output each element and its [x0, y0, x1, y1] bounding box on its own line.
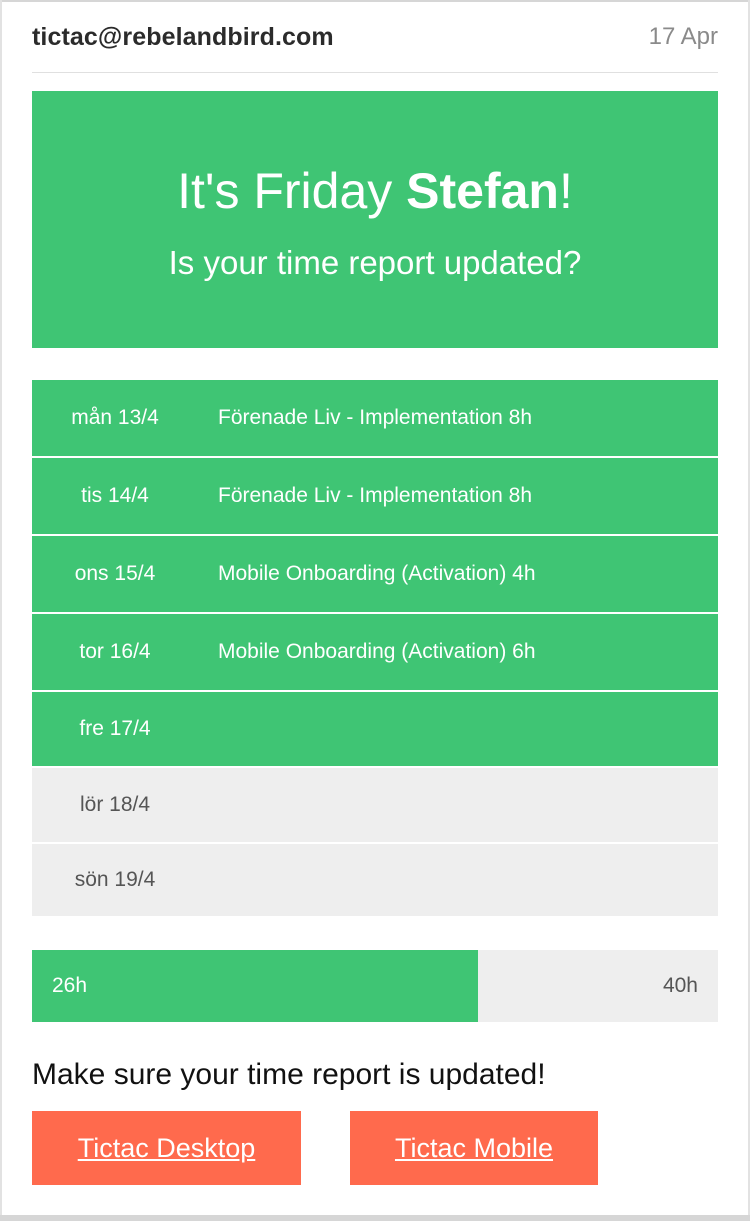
hours-progress-bar: 26h 40h — [32, 950, 718, 1022]
hours-current: 26h — [52, 974, 88, 997]
sender-address[interactable]: tictac@rebelandbird.com — [32, 23, 334, 52]
day-row: ons 15/4 Mobile Onboarding (Activation) 4… — [32, 536, 718, 612]
hours-target: 40h — [662, 974, 698, 997]
reminder-text: Make sure your time report is updated! — [32, 1058, 546, 1091]
tictac-mobile-button[interactable]: Tictac Mobile — [350, 1111, 598, 1185]
hours-progress-fill — [32, 950, 478, 1022]
left-border — [0, 0, 2, 1221]
hero-title-name: Stefan — [406, 163, 559, 219]
day-entry: Mobile Onboarding (Activation) 4h — [218, 562, 536, 585]
mail-header: tictac@rebelandbird.com 17 Apr — [32, 14, 718, 60]
day-label: tor 16/4 — [79, 640, 151, 663]
mail-date: 17 Apr — [648, 23, 718, 50]
hero-title-prefix: It's Friday — [177, 163, 407, 219]
day-row: sön 19/4 — [32, 844, 718, 916]
day-row: tis 14/4 Förenade Liv - Implementation 8h — [32, 458, 718, 534]
day-label: sön 19/4 — [74, 868, 156, 891]
hero-title: It's Friday Stefan! — [32, 161, 718, 221]
day-row: tor 16/4 Mobile Onboarding (Activation) 6… — [32, 614, 718, 690]
day-label: ons 15/4 — [74, 562, 156, 585]
day-row: mån 13/4 Förenade Liv - Implementation 8h — [32, 380, 718, 456]
day-entry: Förenade Liv - Implementation 8h — [218, 406, 533, 429]
bottom-border — [0, 1215, 750, 1221]
hero-subtitle: Is your time report updated? — [168, 244, 582, 281]
hero-banner: It's Friday Stefan! Is your time report … — [32, 91, 718, 348]
day-label: lör 18/4 — [79, 793, 151, 816]
day-label: tis 14/4 — [81, 484, 149, 507]
day-label: fre 17/4 — [79, 717, 151, 740]
day-entry: Förenade Liv - Implementation 8h — [218, 484, 533, 507]
day-entry: Mobile Onboarding (Activation) 6h — [218, 640, 536, 663]
tictac-desktop-button[interactable]: Tictac Desktop — [32, 1111, 301, 1185]
day-row: lör 18/4 — [32, 768, 718, 842]
hero-title-suffix: ! — [558, 163, 573, 219]
top-border — [0, 0, 750, 2]
day-label: mån 13/4 — [71, 406, 159, 429]
day-row: fre 17/4 — [32, 692, 718, 766]
header-divider — [32, 72, 718, 73]
week-days-list: mån 13/4 Förenade Liv - Implementation 8h… — [32, 380, 718, 916]
